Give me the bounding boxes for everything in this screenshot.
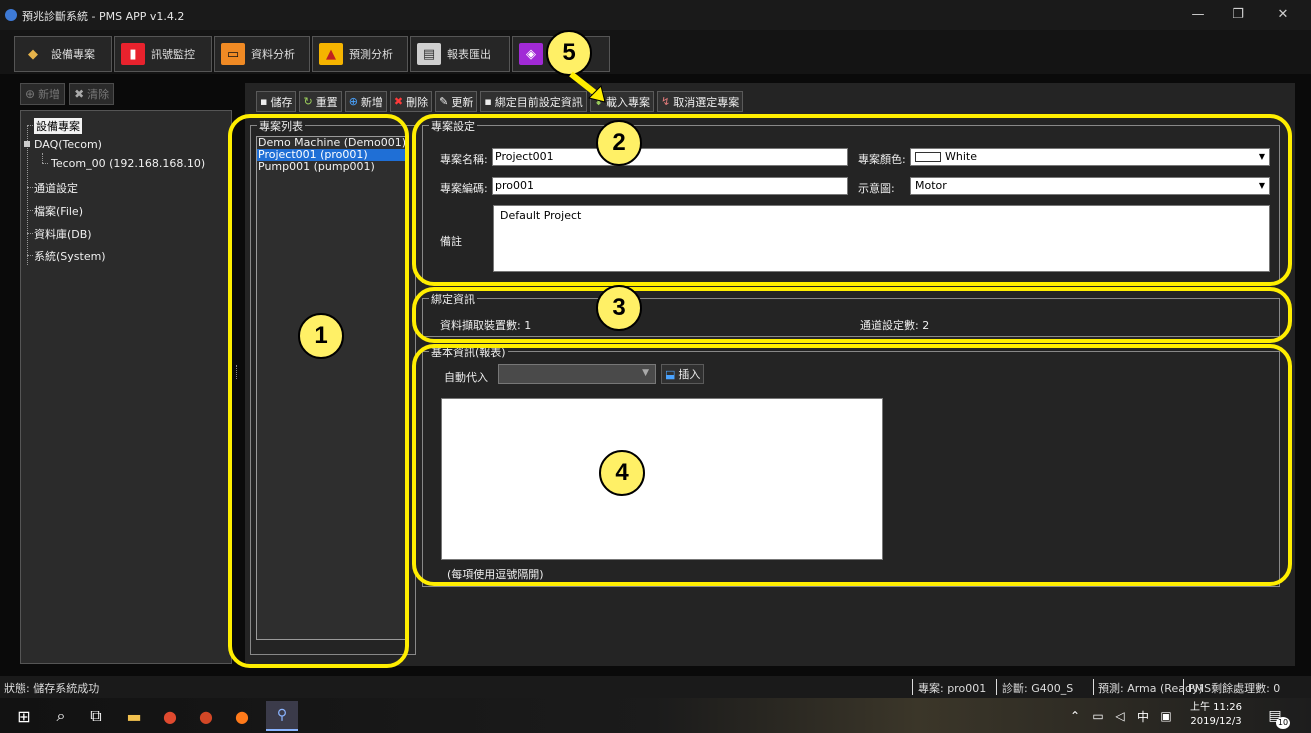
save-icon: ▪ — [260, 95, 268, 108]
app-icon — [5, 9, 17, 21]
delete-button[interactable]: ✖ 刪除 — [389, 91, 433, 112]
update-button[interactable]: ✎ 更新 — [435, 91, 478, 112]
main-tab-bar: ◆ 設備專案 ▮ 訊號監控 ▭ 資料分析 ▲ 預測分析 ▤ 報表匯出 ◈ — [0, 30, 1311, 74]
tag-icon: ◆ — [28, 46, 38, 62]
reset-label: 重置 — [315, 95, 338, 109]
tab-label: 資料分析 — [251, 48, 295, 61]
clock[interactable]: 上午 11:26 2019/12/3 — [1190, 701, 1242, 729]
plus-circle-icon: ⊕ — [348, 95, 358, 108]
chevron-up-icon[interactable]: ⌃ — [1065, 706, 1085, 726]
search-icon[interactable]: ⌕ — [51, 706, 71, 726]
plus-circle-icon: ⊕ — [25, 87, 36, 101]
add-label: 新增 — [360, 95, 383, 109]
tab-equipment-project[interactable]: ◆ 設備專案 — [14, 36, 112, 72]
delete-icon: ✖ — [393, 95, 404, 108]
main-toolbar: ▪ 儲存 ↻ 重置 ⊕ 新增 ✖ 刪除 ✎ 更新 ▪ 綁定目前設定資訊 ⬇ 載入專案 ↯ 取消選… — [256, 91, 744, 113]
firefox-icon[interactable]: ● — [232, 706, 252, 726]
window-title: 預兆診斷系統 - PMS APP v1.4.2 — [22, 10, 185, 23]
cancel-label: 取消選定專案 — [673, 95, 740, 109]
tree-clear-button[interactable]: ✖ 清除 — [69, 83, 115, 105]
tree-add-button[interactable]: ⊕ 新增 — [20, 83, 66, 105]
x-icon: ✖ — [74, 87, 85, 101]
taskbar: ⊞ ⌕ ⧉ ▬ ● ● ● ⚲ ⌃ ▭ ◁ 中 ▣ 上午 11:26 2019/… — [0, 698, 1311, 733]
annotation-marker-4: 4 — [599, 450, 645, 496]
chrome-icon[interactable]: ● — [160, 706, 180, 726]
status-project: 專案: pro001 — [918, 682, 987, 695]
ime-indicator[interactable]: 中 — [1133, 706, 1153, 726]
annotation-box-2 — [412, 114, 1292, 286]
tab-prediction[interactable]: ▲ 預測分析 — [312, 36, 408, 72]
tab-label: 預測分析 — [349, 48, 393, 61]
tree-add-label: 新增 — [38, 88, 61, 101]
tab-label: 報表匯出 — [447, 48, 491, 61]
tab-label: 訊號監控 — [151, 48, 195, 61]
status-message: 狀態: 儲存系統成功 — [4, 682, 100, 695]
annotation-box-3 — [412, 287, 1292, 343]
keyboard-icon[interactable]: ▣ — [1156, 706, 1176, 726]
status-bar: 狀態: 儲存系統成功 專案: pro001 診斷: G400_S 預測: Arm… — [0, 676, 1311, 698]
clock-date: 2019/12/3 — [1190, 716, 1242, 727]
add-button[interactable]: ⊕ 新增 — [344, 91, 387, 112]
status-diagnosis: 診斷: G400_S — [1002, 682, 1074, 695]
pencil-icon: ✎ — [439, 95, 449, 108]
collapse-icon[interactable] — [24, 141, 30, 147]
refresh-icon: ↻ — [303, 95, 313, 108]
notification-count-badge: 10 — [1276, 717, 1290, 729]
file-explorer-icon[interactable]: ▬ — [124, 706, 144, 726]
annotation-marker-2: 2 — [596, 120, 642, 166]
tree-clear-label: 清除 — [87, 88, 110, 101]
save-icon: ▪ — [484, 95, 492, 108]
tab-report-export[interactable]: ▤ 報表匯出 — [410, 36, 510, 72]
tree-item-file[interactable]: 檔案(File) — [34, 203, 83, 219]
navigation-tree: 設備專案 DAQ(Tecom) Tecom_00 (192.168.168.10… — [20, 110, 232, 664]
annotation-arrow — [569, 71, 606, 103]
tree-item-channel[interactable]: 通道設定 — [34, 180, 78, 196]
powerpoint-icon[interactable]: ● — [196, 706, 216, 726]
annotation-marker-3: 3 — [596, 285, 642, 331]
save-label: 儲存 — [270, 95, 293, 109]
update-label: 更新 — [451, 95, 474, 109]
delete-label: 刪除 — [406, 95, 429, 109]
start-icon[interactable]: ⊞ — [14, 706, 34, 726]
tab-data-analysis[interactable]: ▭ 資料分析 — [214, 36, 310, 72]
cancel-icon: ↯ — [661, 95, 671, 108]
title-bar: 預兆診斷系統 - PMS APP v1.4.2 — ❐ ✕ — [0, 0, 1311, 30]
close-button[interactable]: ✕ — [1268, 6, 1298, 24]
tree-item-equipment-project[interactable]: 設備專案 — [34, 118, 82, 134]
tree-item-tecom[interactable]: Tecom_00 (192.168.168.10) — [51, 157, 205, 170]
analysis-icon: ▭ — [221, 43, 245, 65]
reset-button[interactable]: ↻ 重置 — [299, 91, 342, 112]
status-pms: PMS剩餘處理數: 0 — [1188, 682, 1281, 695]
minimize-button[interactable]: — — [1183, 6, 1213, 24]
pms-app-icon[interactable]: ⚲ — [266, 701, 298, 731]
tree-item-daq[interactable]: DAQ(Tecom) — [34, 138, 102, 151]
annotation-marker-1: 1 — [298, 313, 344, 359]
clock-time: 上午 11:26 — [1190, 702, 1242, 713]
signal-monitor-icon: ▮ — [121, 43, 145, 65]
left-toolbar: ⊕ 新增 ✖ 清除 — [20, 83, 115, 105]
prediction-chart-icon: ▲ — [319, 43, 343, 65]
annotation-box-1 — [228, 114, 409, 668]
tab-signal-monitor[interactable]: ▮ 訊號監控 — [114, 36, 212, 72]
binding-icon: ◈ — [519, 43, 543, 65]
restore-button[interactable]: ❐ — [1223, 6, 1253, 24]
annotation-box-4 — [412, 344, 1292, 586]
tree-item-system[interactable]: 系統(System) — [34, 248, 106, 264]
report-export-icon: ▤ — [417, 43, 441, 65]
volume-icon[interactable]: ◁ — [1110, 706, 1130, 726]
cancel-selection-button[interactable]: ↯ 取消選定專案 — [657, 91, 744, 112]
tab-label: 設備專案 — [51, 48, 95, 61]
battery-icon[interactable]: ▭ — [1088, 706, 1108, 726]
save-button[interactable]: ▪ 儲存 — [256, 91, 297, 112]
tree-item-db[interactable]: 資料庫(DB) — [34, 226, 92, 242]
task-view-icon[interactable]: ⧉ — [86, 706, 106, 726]
